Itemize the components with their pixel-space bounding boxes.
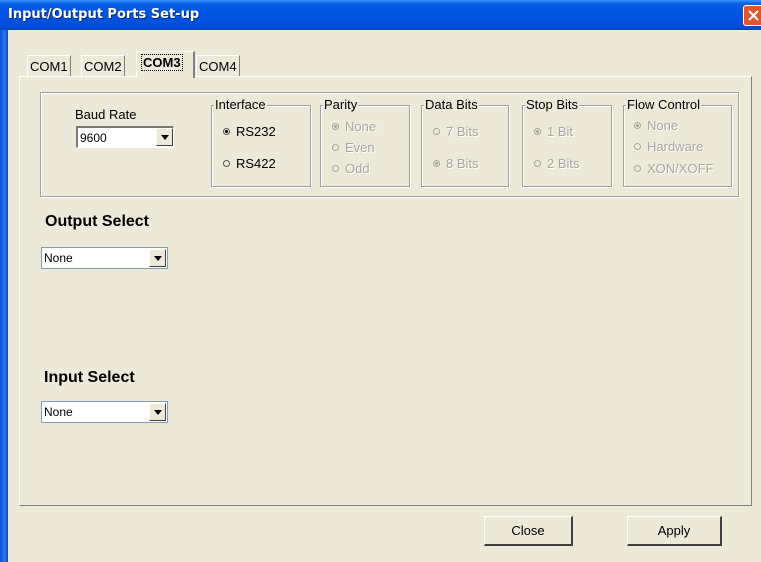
dropdown-button[interactable]	[156, 128, 173, 146]
output-select-heading: Output Select	[45, 213, 150, 230]
radio-7-bits[interactable]: 7 Bits	[433, 124, 479, 139]
radio-label: Hardware	[647, 139, 704, 154]
apply-button[interactable]: Apply	[627, 516, 722, 546]
close-button[interactable]: Close	[484, 516, 573, 546]
tab-com1[interactable]: COM1	[27, 55, 71, 77]
window-title: Input/Output Ports Set-up	[8, 7, 200, 22]
baud-rate-select[interactable]: 9600	[76, 126, 174, 148]
flow-control-legend: Flow Control	[626, 97, 701, 112]
dropdown-button[interactable]	[149, 249, 166, 267]
radio-flow-hardware[interactable]: Hardware	[634, 139, 703, 154]
radio-rs422[interactable]: RS422	[223, 156, 276, 171]
radio-checked-icon	[332, 123, 339, 130]
radio-label: XON/XOFF	[647, 161, 714, 176]
radio-unchecked-icon	[634, 165, 641, 172]
radio-label: Even	[345, 140, 375, 155]
baud-rate-value: 9600	[80, 131, 107, 145]
stop-bits-legend: Stop Bits	[525, 97, 580, 112]
input-select-heading: Input Select	[44, 369, 135, 386]
data-bits-legend: Data Bits	[424, 97, 479, 112]
close-icon	[748, 10, 759, 21]
window-frame	[0, 30, 8, 562]
tab-label: COM4	[199, 59, 237, 74]
radio-parity-even[interactable]: Even	[332, 140, 375, 155]
radio-unchecked-icon	[223, 160, 230, 167]
radio-checked-icon	[534, 128, 541, 135]
radio-unchecked-icon	[634, 143, 641, 150]
tab-com3[interactable]: COM3	[136, 51, 195, 78]
interface-group: Interface	[211, 97, 311, 187]
chevron-down-icon	[161, 135, 169, 140]
radio-unchecked-icon	[332, 144, 339, 151]
input-select-dropdown[interactable]: None	[41, 401, 168, 423]
output-select-value: None	[44, 251, 73, 265]
window-close-button[interactable]	[743, 5, 761, 26]
radio-8-bits[interactable]: 8 Bits	[433, 156, 479, 171]
output-select-dropdown[interactable]: None	[41, 247, 168, 269]
radio-flow-xon-xoff[interactable]: XON/XOFF	[634, 161, 713, 176]
radio-unchecked-icon	[433, 128, 440, 135]
chevron-down-icon	[154, 256, 162, 261]
title-bar[interactable]: Input/Output Ports Set-up	[0, 0, 761, 30]
radio-label: Odd	[345, 161, 370, 176]
radio-checked-icon	[433, 160, 440, 167]
data-bits-group: Data Bits	[421, 97, 509, 187]
stop-bits-group: Stop Bits	[522, 97, 612, 187]
radio-rs232[interactable]: RS232	[223, 124, 276, 139]
tab-com2[interactable]: COM2	[81, 55, 125, 77]
baud-rate-label: Baud Rate	[75, 107, 137, 122]
radio-parity-odd[interactable]: Odd	[332, 161, 370, 176]
radio-unchecked-icon	[534, 160, 541, 167]
radio-label: RS422	[236, 156, 276, 171]
radio-label: 1 Bit	[547, 124, 574, 139]
parity-legend: Parity	[323, 97, 359, 112]
tab-label: COM3	[141, 54, 183, 71]
radio-label: 7 Bits	[446, 124, 479, 139]
radio-parity-none[interactable]: None	[332, 119, 376, 134]
radio-checked-icon	[223, 128, 230, 135]
tab-com4[interactable]: COM4	[196, 55, 240, 77]
radio-label: 8 Bits	[446, 156, 479, 171]
radio-checked-icon	[634, 122, 641, 129]
radio-label: None	[647, 118, 679, 133]
radio-2-bits[interactable]: 2 Bits	[534, 156, 580, 171]
tab-label: COM1	[30, 59, 68, 74]
radio-1-bit[interactable]: 1 Bit	[534, 124, 573, 139]
interface-legend: Interface	[214, 97, 267, 112]
radio-flow-none[interactable]: None	[634, 118, 678, 133]
radio-label: 2 Bits	[547, 156, 580, 171]
dropdown-button[interactable]	[149, 403, 166, 421]
radio-label: RS232	[236, 124, 276, 139]
tab-label: COM2	[84, 59, 122, 74]
radio-label: None	[345, 119, 377, 134]
chevron-down-icon	[154, 410, 162, 415]
input-select-value: None	[44, 405, 73, 419]
radio-unchecked-icon	[332, 165, 339, 172]
